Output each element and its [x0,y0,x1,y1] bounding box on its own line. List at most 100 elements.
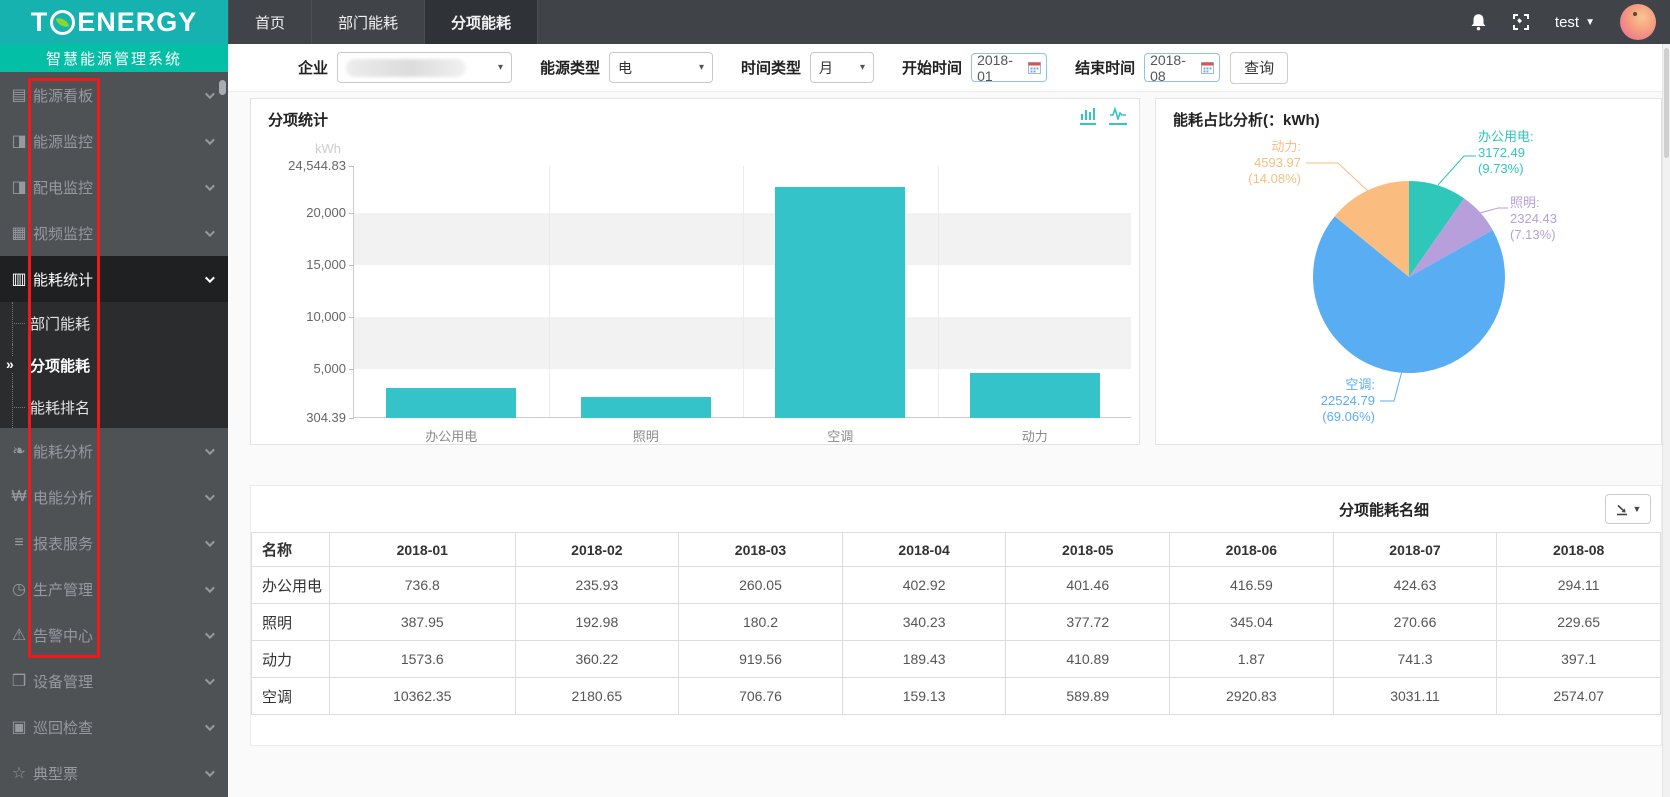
filter-bar: 企业 ▾ 能源类型 电 ▾ 时间类型 月 ▾ 开始时间 2018-01 [228,44,1670,92]
sidebar-scrollbar-thumb[interactable] [219,80,226,95]
bar-chart-title: 分项统计 [268,109,328,130]
table-row-照明: 照明387.95192.98180.2340.23377.72345.04270… [252,604,1661,641]
cell-value: 410.89 [1006,641,1170,678]
export-button[interactable]: ▼ [1605,494,1651,524]
pie-label-lighting: 照明: 2324.43 (7.13%) [1510,195,1557,243]
cell-value: 180.2 [679,604,843,641]
sidebar-item-label: 设备管理 [33,671,93,692]
film-icon: ▦ [8,223,30,243]
cell-value: 3031.11 [1333,678,1497,715]
y-tick-mark [349,213,354,214]
cell-value: 360.22 [515,641,679,678]
leaf-at-icon [50,10,75,35]
avatar[interactable] [1620,4,1656,40]
main-area: 企业 ▾ 能源类型 电 ▾ 时间类型 月 ▾ 开始时间 2018-01 [228,44,1670,797]
logo-text-energy: ENERGY [77,7,197,38]
pie-leader-line [1380,371,1402,401]
end-date-input[interactable]: 2018-08 [1144,53,1220,82]
leaf-icon: ❧ [8,441,30,461]
line-chart-type-icon[interactable] [1109,107,1127,125]
chevron-down-icon [205,491,215,501]
column-header-2018-07: 2018-07 [1333,533,1497,567]
bar-chart-panel: 分项统计 kWh 304.395,00010,00015,00020,00024… [250,98,1140,445]
sidebar-subitem-energy-ranking[interactable]: 能耗排名 [0,386,228,428]
column-header-2018-04: 2018-04 [842,533,1006,567]
sidebar-item-label: 视频监控 [33,223,93,244]
masked-company-value [346,59,466,77]
sidebar-item-production-management[interactable]: ◷生产管理 [0,566,228,612]
sidebar-item-energy-statistics[interactable]: ▥能耗统计 [0,256,228,302]
tab-subitem-energy[interactable]: 分项能耗 [425,0,538,44]
notification-bell-icon[interactable] [1470,13,1487,31]
star-icon: ☆ [8,763,30,783]
user-menu[interactable]: test ▼ [1555,14,1595,31]
sidebar-item-patrol-inspection[interactable]: ▣巡回检查 [0,704,228,750]
sidebar-item-alarm-center[interactable]: ⚠告警中心 [0,612,228,658]
column-header-2018-01: 2018-01 [330,533,516,567]
sidebar-item-device-management[interactable]: ❒设备管理 [0,658,228,704]
header-actions: test ▼ [1470,4,1670,40]
column-header-2018-02: 2018-02 [515,533,679,567]
scrollbar-thumb[interactable] [1664,48,1669,158]
sidebar-item-energy-dashboard[interactable]: ▤能源看板 [0,72,228,118]
caret-down-icon: ▾ [860,62,865,73]
search-button[interactable]: 查询 [1230,52,1288,84]
sidebar-item-power-analysis[interactable]: ₩电能分析 [0,474,228,520]
pie-chart-panel: 能耗占比分析(：kWh) 动力: 4593.97 (14.08%) 办公用电: … [1155,98,1662,445]
device-book-icon: ❒ [8,671,30,691]
page-scrollbar[interactable] [1662,44,1670,797]
cell-value: 2574.07 [1497,678,1661,715]
y-tick-mark [349,166,354,167]
column-header-名称: 名称 [252,533,330,567]
sidebar-subitem-label: 分项能耗 [30,355,90,376]
sidebar-item-energy-analysis[interactable]: ❧能耗分析 [0,428,228,474]
row-name: 空调 [252,678,330,715]
sidebar-item-video-monitoring[interactable]: ▦视频监控 [0,210,228,256]
row-name: 动力 [252,641,330,678]
sidebar-item-label: 能源看板 [33,85,93,106]
chevron-down-icon [205,721,215,731]
cell-value: 294.11 [1497,567,1661,604]
company-select[interactable]: ▾ [337,52,512,83]
energy-type-select[interactable]: 电 ▾ [609,52,713,83]
sidebar-item-power-distribution-monitoring[interactable]: ◨配电监控 [0,164,228,210]
bar-动力[interactable] [970,373,1100,418]
content-column: 首页部门能耗分项能耗 test ▼ 企业 ▾ [228,0,1670,797]
caret-down-icon: ▾ [699,62,704,73]
energy-type-value: 电 [618,58,632,78]
tab-home[interactable]: 首页 [228,0,312,44]
bar-照明[interactable] [581,397,711,418]
bar-空调[interactable] [775,187,905,418]
column-header-2018-06: 2018-06 [1170,533,1334,567]
x-category-label: 办公用电 [354,426,549,445]
sidebar-subitem-subitem-energy[interactable]: »分项能耗 [0,344,228,386]
cell-value: 10362.35 [330,678,516,715]
sidebar-item-report-service[interactable]: ≡报表服务 [0,520,228,566]
chart-panels: 分项统计 kWh 304.395,00010,00015,00020,00024… [250,98,1662,445]
cell-value: 260.05 [679,567,843,604]
fullscreen-icon[interactable] [1512,13,1530,31]
bar-chart-type-icon[interactable] [1080,107,1096,125]
cell-value: 424.63 [1333,567,1497,604]
bar-办公用电[interactable] [386,388,516,418]
tree-connector [12,407,25,408]
sidebar-item-label: 能耗分析 [33,441,93,462]
pie-label-power: 动力: 4593.97 (14.08%) [1207,139,1301,187]
cell-value: 1573.6 [330,641,516,678]
tab-department-energy[interactable]: 部门能耗 [312,0,425,44]
sidebar-item-energy-monitoring[interactable]: ◨能源监控 [0,118,228,164]
row-name: 办公用电 [252,567,330,604]
cell-value: 589.89 [1006,678,1170,715]
pie-leader-line [1480,208,1508,213]
time-type-select[interactable]: 月 ▾ [810,52,874,83]
cell-value: 401.46 [1006,567,1170,604]
start-date-input[interactable]: 2018-01 [971,53,1047,82]
sidebar-subitem-department-energy[interactable]: 部门能耗 [0,302,228,344]
sidebar-item-typical-ticket[interactable]: ☆典型票 [0,750,228,796]
vertical-gridline [938,166,939,417]
end-date-value: 2018-08 [1150,52,1201,84]
system-subtitle: 智慧能源管理系统 [0,44,228,72]
cell-value: 741.3 [1333,641,1497,678]
pie-label-ac: 空调: 22524.79 (69.06%) [1273,377,1375,425]
bar-chart-icon: ▥ [8,269,30,289]
